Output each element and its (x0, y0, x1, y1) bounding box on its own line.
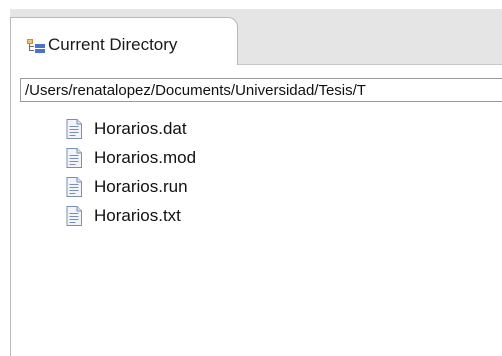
file-item[interactable]: Horarios.dat (66, 116, 266, 145)
file-name: Horarios.txt (94, 206, 181, 225)
file-name: Horarios.mod (94, 148, 197, 167)
tab-label: Current Directory (48, 35, 178, 54)
file-list: Horarios.dat Horarios.mod Horarios.run H… (66, 116, 266, 232)
directory-tree-icon (27, 39, 45, 53)
file-name: Horarios.dat (94, 119, 187, 138)
file-item[interactable]: Horarios.txt (66, 203, 266, 232)
file-name: Horarios.run (94, 177, 188, 196)
file-item[interactable]: Horarios.run (66, 174, 266, 203)
text-file-icon (66, 177, 82, 197)
file-item[interactable]: Horarios.mod (66, 145, 266, 174)
text-file-icon (66, 119, 82, 139)
text-file-icon (66, 206, 82, 226)
directory-path-input[interactable] (20, 78, 502, 102)
text-file-icon (66, 148, 82, 168)
